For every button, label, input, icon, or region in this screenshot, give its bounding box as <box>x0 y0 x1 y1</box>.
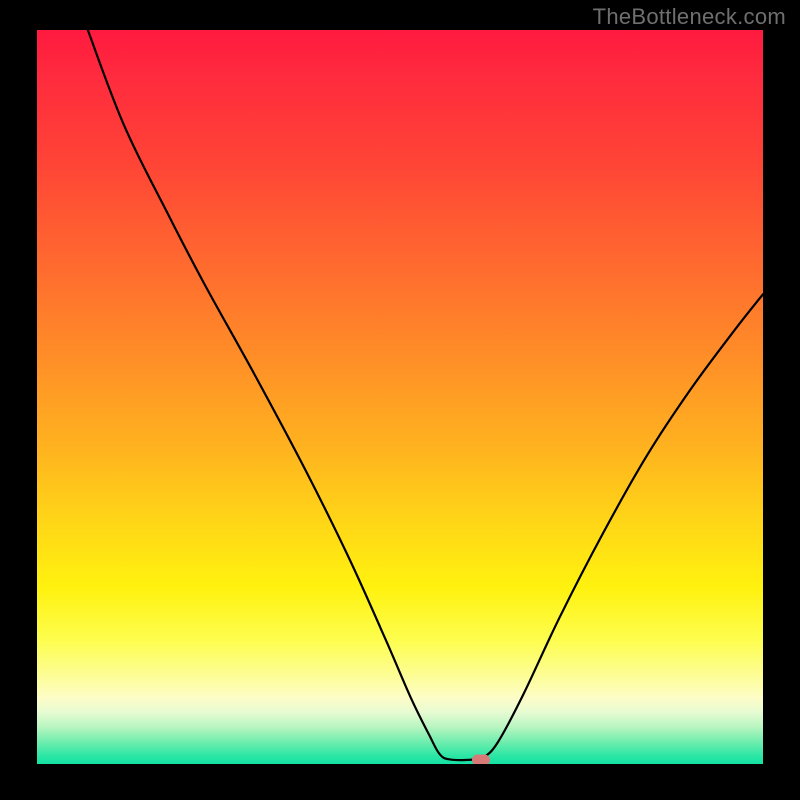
curve-layer <box>37 30 763 764</box>
plot-area <box>37 30 763 764</box>
watermark-label: TheBottleneck.com <box>593 4 786 30</box>
current-point-marker <box>472 754 490 764</box>
bottleneck-curve <box>88 30 763 760</box>
chart-frame: TheBottleneck.com <box>0 0 800 800</box>
